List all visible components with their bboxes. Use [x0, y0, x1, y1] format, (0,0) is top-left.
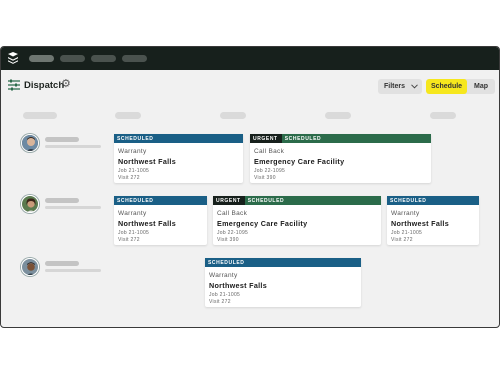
- layers-logo-icon[interactable]: [7, 52, 19, 64]
- nav-tab-4[interactable]: [122, 55, 147, 62]
- column-header: [325, 112, 351, 119]
- technician-detail-placeholder: [45, 269, 101, 272]
- technician-name-placeholder: [45, 198, 79, 203]
- status-badge: SCHEDULED: [114, 134, 243, 143]
- nav-tab-2[interactable]: [60, 55, 85, 62]
- status-badge: SCHEDULED: [114, 196, 207, 205]
- column-header: [220, 112, 246, 119]
- job-number: Job 21-1005: [118, 168, 150, 174]
- nav-tab-3[interactable]: [91, 55, 116, 62]
- avatar[interactable]: [21, 258, 39, 276]
- status-badge: SCHEDULED: [244, 196, 381, 205]
- filters-label: Filters: [384, 83, 406, 90]
- job-location: Northwest Falls: [391, 219, 450, 228]
- job-card[interactable]: SCHEDULED Warranty Northwest Falls Job 2…: [205, 258, 361, 307]
- urgent-badge: URGENT: [250, 134, 282, 143]
- job-type: Warranty: [391, 210, 420, 217]
- job-type: Warranty: [118, 148, 147, 155]
- job-location: Northwest Falls: [118, 157, 177, 166]
- app-window: Dispatch ⚙ Filters Schedule Map SCHEDULE…: [0, 46, 500, 328]
- urgent-badge: URGENT: [213, 196, 245, 205]
- visit-number: Visit 272: [391, 237, 413, 243]
- top-nav-bar: [1, 47, 499, 70]
- toolbar: Dispatch ⚙ Filters Schedule Map: [1, 70, 499, 102]
- view-map-button[interactable]: Map: [467, 79, 495, 94]
- job-number: Job 21-1005: [209, 292, 241, 298]
- view-schedule-button[interactable]: Schedule: [426, 79, 467, 94]
- job-number: Job 21-1005: [391, 230, 423, 236]
- status-badge: SCHEDULED: [281, 134, 431, 143]
- column-header: [115, 112, 141, 119]
- job-number: Job 21-1005: [118, 230, 150, 236]
- filters-button[interactable]: Filters: [378, 79, 422, 94]
- job-card[interactable]: SCHEDULED Warranty Northwest Falls Job 2…: [387, 196, 479, 245]
- technician-name-placeholder: [45, 137, 79, 142]
- job-type: Warranty: [118, 210, 147, 217]
- technician-detail-placeholder: [45, 206, 101, 209]
- job-number: Job 22-1095: [217, 230, 249, 236]
- visit-number: Visit 390: [217, 237, 239, 243]
- avatar[interactable]: [21, 134, 39, 152]
- gear-icon[interactable]: ⚙: [61, 78, 71, 90]
- job-location: Emergency Care Facility: [254, 157, 345, 166]
- job-type: Warranty: [209, 272, 238, 279]
- visit-number: Visit 272: [209, 299, 231, 305]
- job-type: Call Back: [217, 210, 248, 217]
- job-card[interactable]: SCHEDULED Warranty Northwest Falls Job 2…: [114, 196, 207, 245]
- visit-number: Visit 390: [254, 175, 276, 181]
- job-card[interactable]: URGENT SCHEDULED Call Back Emergency Car…: [250, 134, 431, 183]
- visit-number: Visit 272: [118, 175, 140, 181]
- job-location: Emergency Care Facility: [217, 219, 308, 228]
- visit-number: Visit 272: [118, 237, 140, 243]
- column-header: [23, 112, 57, 119]
- technician-name-placeholder: [45, 261, 79, 266]
- job-card[interactable]: SCHEDULED Warranty Northwest Falls Job 2…: [114, 134, 243, 183]
- job-location: Northwest Falls: [209, 281, 268, 290]
- status-badge: SCHEDULED: [205, 258, 361, 267]
- nav-tab-1[interactable]: [29, 55, 54, 62]
- technician-detail-placeholder: [45, 145, 101, 148]
- sliders-icon: [8, 79, 20, 91]
- status-badge: SCHEDULED: [387, 196, 479, 205]
- view-toggle: Schedule Map: [426, 79, 495, 94]
- job-number: Job 22-1095: [254, 168, 286, 174]
- column-header: [430, 112, 456, 119]
- chevron-down-icon: [411, 84, 418, 89]
- job-location: Northwest Falls: [118, 219, 177, 228]
- job-card[interactable]: URGENT SCHEDULED Call Back Emergency Car…: [213, 196, 381, 245]
- job-type: Call Back: [254, 148, 285, 155]
- avatar[interactable]: [21, 195, 39, 213]
- page-title: Dispatch: [24, 80, 65, 91]
